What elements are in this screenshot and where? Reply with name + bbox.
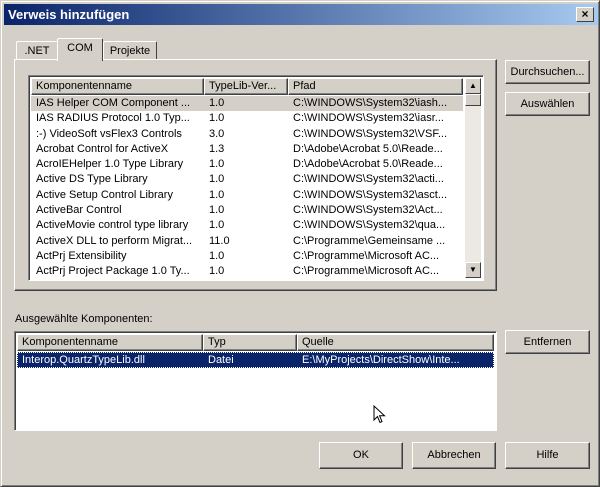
component-path: C:\WINDOWS\System32\asct...: [293, 188, 448, 201]
component-version: 1.0: [209, 188, 225, 201]
selected-component-source: E:\MyProjects\DirectShow\Inte...: [302, 354, 460, 366]
column-header-path[interactable]: Pfad: [288, 78, 463, 95]
component-name: ActiveX DLL to perform Migrat...: [36, 234, 193, 247]
selected-components-label: Ausgewählte Komponenten:: [15, 313, 153, 325]
tab-projects[interactable]: Projekte: [103, 41, 157, 61]
component-name: Active Setup Control Library: [36, 188, 173, 201]
ok-button[interactable]: OK: [319, 442, 403, 469]
component-path: C:\WINDOWS\System32\VSF...: [293, 127, 448, 140]
component-name: IAS RADIUS Protocol 1.0 Typ...: [36, 112, 190, 125]
column-header-source[interactable]: Quelle: [297, 334, 494, 351]
component-version: 1.0: [209, 173, 225, 186]
column-header-component-name[interactable]: Komponentenname: [17, 334, 203, 351]
column-header-type[interactable]: Typ: [203, 334, 297, 351]
selected-list-header: Komponentenname Typ Quelle: [17, 334, 494, 351]
list-item[interactable]: Active Setup Control Library 1.0 C:\WIND…: [31, 188, 463, 203]
title-bar: Verweis hinzufügen ×: [4, 4, 598, 25]
mouse-pointer-icon: [373, 405, 386, 424]
component-path: C:\WINDOWS\System32\iasr...: [293, 112, 444, 125]
scroll-up-button[interactable]: ▲: [465, 78, 481, 94]
close-icon: ×: [581, 7, 589, 21]
add-reference-dialog: Verweis hinzufügen × .NET COM Projekte K…: [0, 0, 600, 487]
list-item[interactable]: ActPrj Extensibility 1.0 C:\Programme\Mi…: [31, 249, 463, 264]
component-version: 1.0: [209, 265, 225, 278]
list-item[interactable]: ActiveX DLL to perform Migrat... 11.0 C:…: [31, 234, 463, 249]
cancel-button[interactable]: Abbrechen: [412, 442, 496, 469]
arrow-down-icon: ▼: [469, 265, 477, 274]
column-header-typelib-version[interactable]: TypeLib-Ver...: [204, 78, 288, 95]
component-version: 1.0: [209, 219, 225, 232]
component-path: D:\Adobe\Acrobat 5.0\Reade...: [293, 142, 443, 155]
components-list-rows: IAS Helper COM Component ... 1.0 C:\WIND…: [31, 96, 463, 280]
component-name: ActiveBar Control: [36, 204, 122, 217]
list-item[interactable]: Active DS Type Library 1.0 C:\WINDOWS\Sy…: [31, 172, 463, 187]
list-item[interactable]: IAS Helper COM Component ... 1.0 C:\WIND…: [31, 96, 463, 112]
component-name: ActiveMovie control type library: [36, 219, 189, 232]
component-name: ActPrj Extensibility: [36, 249, 127, 262]
component-version: 1.0: [209, 249, 225, 262]
component-version: 1.0: [209, 204, 225, 217]
selected-component-type: Datei: [208, 354, 234, 366]
list-item[interactable]: ActiveMovie control type library 1.0 C:\…: [31, 218, 463, 233]
component-path: C:\Programme\Microsoft AC...: [293, 265, 440, 278]
component-version: 1.0: [209, 158, 225, 171]
list-item[interactable]: Interop.QuartzTypeLib.dll Datei E:\MyPro…: [17, 352, 494, 368]
tab-label: .NET: [24, 45, 50, 57]
list-item[interactable]: Acrobat Control for ActiveX 1.3 D:\Adobe…: [31, 142, 463, 157]
component-path: C:\WINDOWS\System32\iash...: [293, 97, 448, 109]
component-name: IAS Helper COM Component ...: [36, 97, 191, 109]
component-version: 1.0: [209, 97, 225, 109]
component-name: ActPrj Project Package 1.0 Ty...: [36, 265, 190, 278]
component-version: 3.0: [209, 127, 225, 140]
list-item[interactable]: IAS RADIUS Protocol 1.0 Typ... 1.0 C:\WI…: [31, 111, 463, 126]
remove-button[interactable]: Entfernen: [505, 330, 590, 354]
component-name: Active DS Type Library: [36, 173, 148, 186]
component-path: C:\Programme\Gemeinsame ...: [293, 234, 446, 247]
component-path: D:\Adobe\Acrobat 5.0\Reade...: [293, 158, 443, 171]
column-header-component-name[interactable]: Komponentenname: [31, 78, 204, 95]
tab-com[interactable]: COM: [57, 38, 103, 61]
list-item[interactable]: AcroIEHelper 1.0 Type Library 1.0 D:\Ado…: [31, 157, 463, 172]
list-item[interactable]: ActiveBar Control 1.0 C:\WINDOWS\System3…: [31, 203, 463, 218]
scroll-down-button[interactable]: ▼: [465, 262, 481, 278]
close-button[interactable]: ×: [576, 7, 594, 22]
component-path: C:\WINDOWS\System32\Act...: [293, 204, 443, 217]
components-list[interactable]: Komponentenname TypeLib-Ver... Pfad IAS …: [28, 75, 484, 281]
help-button[interactable]: Hilfe: [505, 442, 590, 469]
selected-list-rows: Interop.QuartzTypeLib.dll Datei E:\MyPro…: [17, 352, 494, 368]
component-version: 1.3: [209, 142, 225, 155]
components-list-header: Komponentenname TypeLib-Ver... Pfad: [31, 78, 463, 95]
tab-label: Projekte: [109, 45, 151, 57]
components-list-scrollbar[interactable]: ▲ ▼: [465, 78, 481, 278]
component-name: AcroIEHelper 1.0 Type Library: [36, 158, 184, 171]
component-version: 1.0: [209, 112, 225, 125]
tab-dotnet[interactable]: .NET: [16, 41, 58, 61]
component-path: C:\Programme\Microsoft AC...: [293, 249, 440, 262]
selected-component-name: Interop.QuartzTypeLib.dll: [22, 354, 145, 366]
select-button[interactable]: Auswählen: [505, 92, 590, 116]
window-title: Verweis hinzufügen: [8, 7, 130, 22]
browse-button[interactable]: Durchsuchen...: [505, 60, 590, 84]
selected-components-list[interactable]: Komponentenname Typ Quelle Interop.Quart…: [14, 331, 497, 431]
list-item[interactable]: :-) VideoSoft vsFlex3 Controls 3.0 C:\WI…: [31, 127, 463, 142]
component-version: 11.0: [209, 234, 230, 247]
component-path: C:\WINDOWS\System32\qua...: [293, 219, 446, 232]
component-name: Acrobat Control for ActiveX: [36, 142, 169, 155]
list-item[interactable]: ActPrj Project Package 1.0 Ty... 1.0 C:\…: [31, 264, 463, 279]
scrollbar-thumb[interactable]: [465, 94, 481, 106]
tab-label: COM: [67, 42, 93, 54]
component-path: C:\WINDOWS\System32\acti...: [293, 173, 444, 186]
component-name: :-) VideoSoft vsFlex3 Controls: [36, 127, 182, 140]
arrow-up-icon: ▲: [469, 81, 477, 90]
